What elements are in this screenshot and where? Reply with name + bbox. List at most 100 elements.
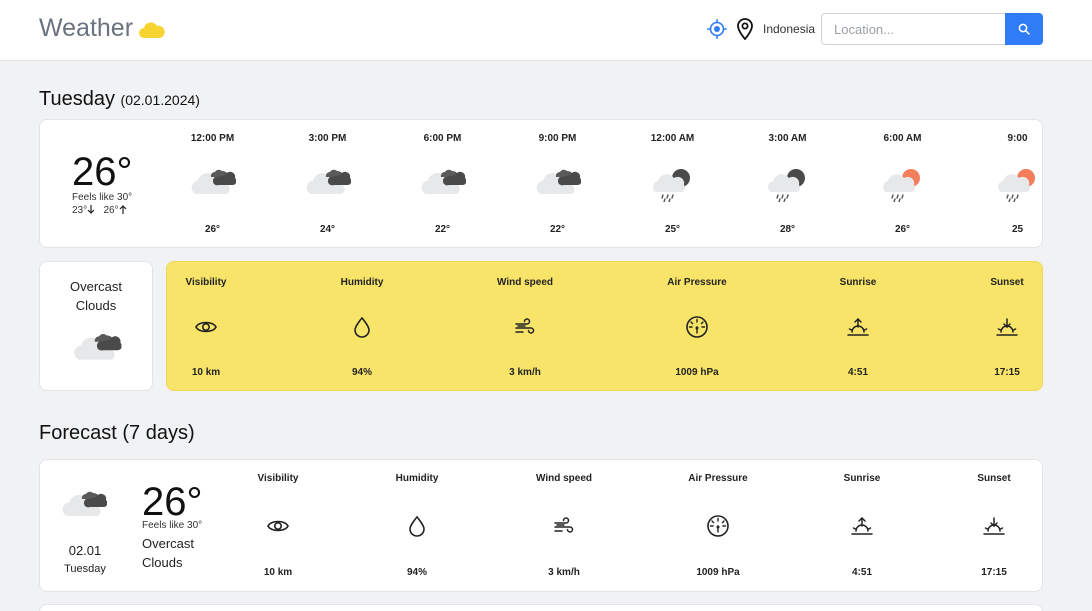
search-icon	[1018, 23, 1030, 35]
gauge-icon	[685, 315, 709, 339]
gauge-icon	[706, 514, 730, 538]
overcast-clouds-icon	[72, 330, 122, 364]
stat-visibility: Visibility 10 km	[218, 460, 338, 591]
hour-temperature: 28°	[779, 224, 796, 235]
forecast-temperature: 26°	[142, 480, 203, 524]
forecast-day-card[interactable]: 02.01 Tuesday 26° Feels like 30° Overcas…	[39, 459, 1043, 592]
hour-temperature: 26°	[204, 224, 221, 235]
stat-value: 10 km	[191, 367, 221, 378]
stat-sunset: Sunset 17:15	[934, 460, 1042, 591]
hour-temperature: 22°	[549, 224, 566, 235]
stat-value: 1009 hPa	[675, 367, 719, 378]
eye-icon	[266, 514, 290, 538]
hour-temperature: 24°	[319, 224, 336, 235]
forecast-heading: Forecast (7 days)	[39, 422, 195, 444]
stat-label: Sunrise	[843, 473, 881, 484]
stat-label: Air Pressure	[667, 277, 727, 288]
arrow-up-icon	[119, 205, 127, 214]
locate-icon[interactable]	[707, 19, 727, 39]
stat-value: 1009 hPa	[696, 567, 740, 578]
overcast-clouds-icon	[420, 166, 466, 198]
today-card: 26° Feels like 30° 23° 26° 12:00 PM 26° …	[39, 119, 1043, 248]
top-bar: Weather Indonesia	[0, 0, 1092, 61]
rain-night-icon	[765, 166, 811, 202]
weather-description: Overcast Clouds	[40, 277, 152, 315]
forecast-date: 02.01	[68, 543, 102, 558]
hour-time: 9:00	[1007, 133, 1028, 144]
stat-value: 94%	[351, 367, 372, 378]
hourly-item: 9:00 25	[960, 120, 1043, 247]
stat-humidity: Humidity 94%	[357, 460, 477, 591]
hourly-item: 3:00 AM 28°	[730, 120, 845, 247]
stat-label: Visibility	[185, 277, 227, 288]
rain-night-icon	[650, 166, 696, 202]
min-max-temperature: 23° 26°	[72, 205, 127, 216]
stat-label: Sunset	[990, 277, 1024, 288]
day-name: Tuesday	[39, 88, 115, 110]
hour-time: 6:00 AM	[883, 133, 922, 144]
description-line: Clouds	[75, 298, 117, 313]
forecast-feels-like: Feels like 30°	[142, 520, 203, 531]
stat-sunrise: Sunrise 4:51	[802, 460, 922, 591]
stat-sunrise: Sunrise 4:51	[798, 262, 918, 390]
stat-value: 94%	[406, 567, 427, 578]
hour-time: 9:00 PM	[538, 133, 577, 144]
stat-label: Wind speed	[496, 277, 554, 288]
hourly-forecast: 12:00 PM 26° 3:00 PM 24° 6:00 PM 22° 9:0…	[155, 120, 1043, 247]
search-button[interactable]	[1005, 13, 1043, 45]
hour-temperature: 25	[1011, 224, 1024, 235]
forecast-day-card[interactable]	[39, 604, 1043, 611]
stat-humidity: Humidity 94%	[302, 262, 422, 390]
hourly-item: 3:00 PM 24°	[270, 120, 385, 247]
today-stats-card: Visibility 10 km Humidity 94% Wind speed…	[166, 261, 1043, 391]
stat-air-pressure: Air Pressure 1009 hPa	[637, 262, 757, 390]
hour-time: 3:00 PM	[308, 133, 347, 144]
hour-temperature: 22°	[434, 224, 451, 235]
stat-value: 17:15	[981, 567, 1007, 578]
stat-label: Air Pressure	[688, 473, 748, 484]
hour-time: 12:00 PM	[190, 133, 235, 144]
app-title: Weather	[39, 14, 134, 42]
stat-wind-speed: Wind speed 3 km/h	[504, 460, 624, 591]
hour-temperature: 26°	[894, 224, 911, 235]
stat-label: Sunrise	[839, 277, 877, 288]
stat-sunset: Sunset 17:15	[947, 262, 1042, 390]
hour-time: 6:00 PM	[423, 133, 462, 144]
stat-label: Sunset	[977, 473, 1011, 484]
stat-value: 3 km/h	[509, 367, 541, 378]
rain-day-icon	[995, 166, 1041, 202]
location-search-input[interactable]	[821, 13, 1005, 45]
overcast-clouds-icon	[190, 166, 236, 198]
hourly-item: 6:00 AM 26°	[845, 120, 960, 247]
feels-like: Feels like 30°	[72, 192, 133, 203]
cloud-icon	[139, 22, 165, 38]
stat-value: 10 km	[263, 567, 293, 578]
stat-visibility: Visibility 10 km	[167, 262, 266, 390]
overcast-clouds-icon	[535, 166, 581, 198]
stat-value: 4:51	[847, 367, 868, 378]
hourly-item: 6:00 PM 22°	[385, 120, 500, 247]
map-pin-icon[interactable]	[736, 18, 754, 40]
wind-icon	[552, 514, 576, 538]
stat-label: Wind speed	[535, 473, 593, 484]
weather-description-card: Overcast Clouds	[39, 261, 153, 391]
min-temperature: 23°	[72, 205, 88, 216]
current-temperature: 26°	[72, 150, 133, 194]
country-label: Indonesia	[763, 22, 816, 36]
stat-label: Humidity	[340, 277, 384, 288]
stat-label: Visibility	[257, 473, 299, 484]
sunrise-icon	[846, 315, 870, 339]
stat-wind-speed: Wind speed 3 km/h	[465, 262, 585, 390]
hourly-item: 12:00 PM 26°	[155, 120, 270, 247]
droplet-icon	[405, 514, 429, 538]
day-heading: Tuesday (02.01.2024)	[39, 88, 200, 111]
description-line: Overcast	[142, 536, 195, 551]
sunrise-icon	[850, 514, 874, 538]
hour-time: 12:00 AM	[650, 133, 695, 144]
forecast-description: Overcast Clouds	[142, 534, 212, 572]
droplet-icon	[350, 315, 374, 339]
max-temperature: 26°	[103, 205, 119, 216]
wind-icon	[513, 315, 537, 339]
overcast-clouds-icon	[305, 166, 351, 198]
rain-day-icon	[880, 166, 926, 202]
